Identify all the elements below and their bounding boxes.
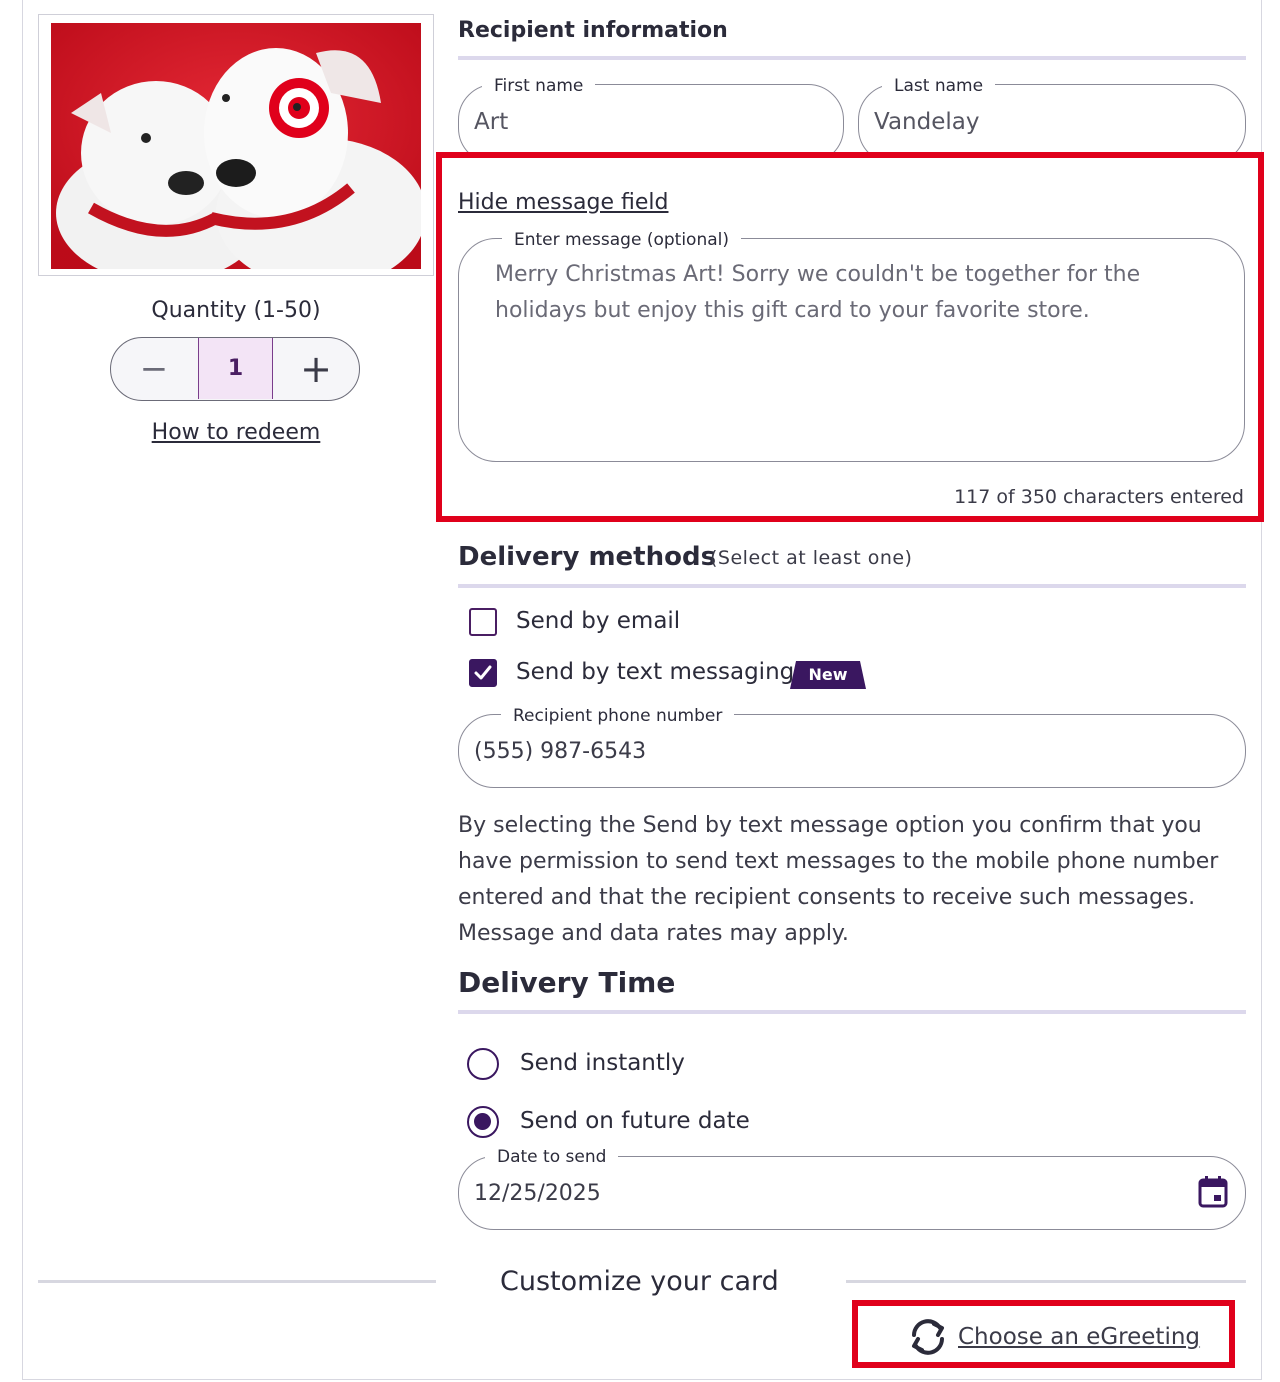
delivery-divider — [458, 584, 1246, 588]
bullseye-dogs-image — [51, 23, 421, 269]
quantity-label: Quantity (1-50) — [151, 298, 321, 323]
phone-number-label: Recipient phone number — [501, 706, 735, 726]
delivery-time-divider — [458, 1010, 1246, 1014]
send-future-date-label[interactable]: Send on future date — [520, 1108, 750, 1134]
send-by-email-label[interactable]: Send by email — [516, 608, 680, 634]
egreeting-highlight-box — [852, 1300, 1235, 1368]
new-badge: New — [790, 661, 866, 689]
date-to-send-label: Date to send — [485, 1147, 619, 1167]
how-to-redeem-link[interactable]: How to redeem — [38, 420, 434, 445]
date-to-send-field[interactable]: 12/25/2025 — [458, 1156, 1246, 1230]
customize-divider-left — [38, 1280, 436, 1283]
send-future-date-radio[interactable] — [467, 1106, 499, 1138]
checkmark-icon — [474, 665, 492, 680]
quantity-value[interactable]: 1 — [198, 338, 273, 399]
phone-number-value: (555) 987-6543 — [474, 739, 647, 764]
first-name-label: First name — [482, 76, 596, 96]
first-name-value: Art — [474, 109, 509, 135]
customize-title: Customize your card — [500, 1266, 779, 1297]
send-by-text-checkbox[interactable] — [469, 659, 497, 687]
delivery-time-title: Delivery Time — [458, 966, 676, 999]
quantity-stepper[interactable]: − 1 + — [110, 337, 360, 401]
recipient-section-title: Recipient information — [458, 18, 728, 43]
delivery-section-title: Delivery methods — [458, 542, 717, 572]
delivery-hint: (Select at least one) — [710, 547, 913, 569]
send-instantly-radio[interactable] — [467, 1048, 499, 1080]
message-highlight-box — [436, 152, 1264, 522]
calendar-icon[interactable] — [1197, 1175, 1229, 1209]
text-message-disclaimer: By selecting the Send by text message op… — [458, 813, 1219, 946]
date-to-send-value: 12/25/2025 — [474, 1181, 601, 1206]
send-by-text-label[interactable]: Send by text messaging — [516, 659, 794, 685]
recipient-divider — [458, 56, 1246, 60]
send-instantly-label[interactable]: Send instantly — [520, 1050, 685, 1076]
gift-card-image — [38, 14, 434, 276]
new-badge-text: New — [808, 665, 848, 684]
customize-divider-right — [846, 1280, 1246, 1283]
send-by-email-checkbox[interactable] — [469, 608, 497, 636]
last-name-value: Vandelay — [874, 109, 980, 135]
decrease-quantity-button[interactable]: − — [111, 338, 197, 399]
increase-quantity-button[interactable]: + — [273, 338, 359, 399]
last-name-label: Last name — [882, 76, 996, 96]
